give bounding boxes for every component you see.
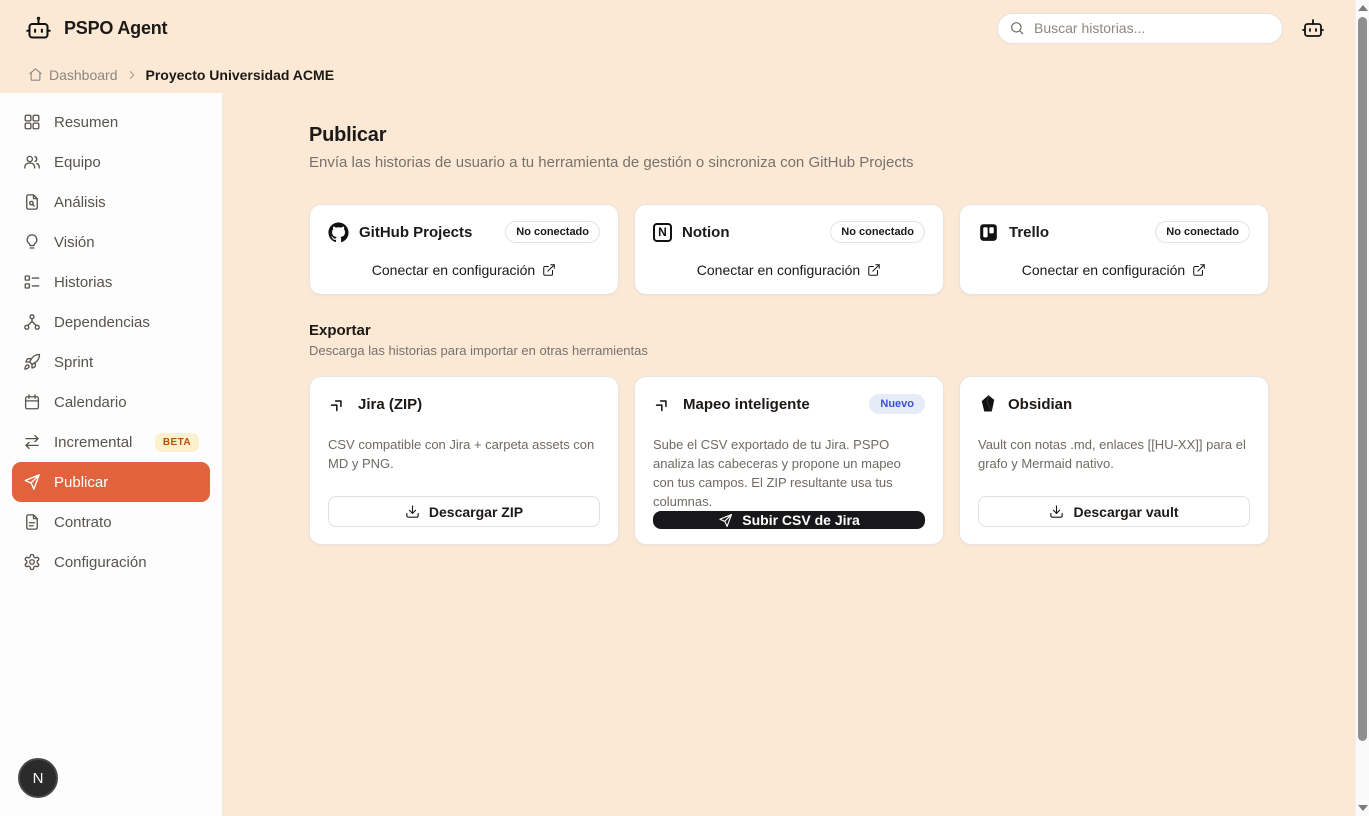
calendar-icon (23, 393, 41, 411)
integrations-row: GitHub Projects No conectado Conectar en… (309, 204, 1269, 295)
nuevo-badge: Nuevo (869, 394, 925, 414)
sidebar-item-contrato[interactable]: Contrato (12, 502, 210, 542)
github-icon (328, 222, 349, 243)
users-icon (23, 153, 41, 171)
send-icon (718, 513, 733, 528)
breadcrumb-current: Proyecto Universidad ACME (146, 67, 335, 83)
status-badge: No conectado (505, 221, 600, 243)
rocket-icon (23, 353, 41, 371)
export-card-description: Vault con notas .md, enlaces [[HU-XX]] p… (978, 436, 1250, 474)
jira-icon (328, 394, 348, 414)
app-title: PSPO Agent (64, 18, 167, 39)
external-link-icon (1192, 263, 1206, 277)
export-card-obsidian: Obsidian Vault con notas .md, enlaces [[… (959, 376, 1269, 545)
search-icon (1009, 20, 1025, 36)
sidebar-item-historias[interactable]: Historias (12, 262, 210, 302)
sidebar: Resumen Equipo Análisis Visión Historias… (0, 93, 223, 816)
sidebar-item-configuracion[interactable]: Configuración (12, 542, 210, 582)
sidebar-item-calendario[interactable]: Calendario (12, 382, 210, 422)
file-search-icon (23, 193, 41, 211)
page-title: Publicar (309, 124, 1269, 147)
sidebar-item-incremental[interactable]: Incremental BETA (12, 422, 210, 462)
scroll-up-arrow[interactable] (1358, 5, 1368, 11)
integration-card-trello: Trello No conectado Conectar en configur… (959, 204, 1269, 295)
file-text-icon (23, 513, 41, 531)
connect-settings-link[interactable]: Conectar en configuración (372, 262, 556, 278)
sidebar-item-sprint[interactable]: Sprint (12, 342, 210, 382)
hierarchy-icon (23, 313, 41, 331)
chevron-right-icon (125, 68, 139, 82)
export-card-jira-zip: Jira (ZIP) CSV compatible con Jira + car… (309, 376, 619, 545)
obsidian-icon (978, 394, 998, 414)
integration-card-github: GitHub Projects No conectado Conectar en… (309, 204, 619, 295)
export-section-title: Exportar (309, 322, 1269, 339)
connect-settings-link[interactable]: Conectar en configuración (1022, 262, 1206, 278)
main-content: Publicar Envía las historias de usuario … (223, 93, 1355, 816)
notion-icon: N (653, 223, 672, 242)
sidebar-item-vision[interactable]: Visión (12, 222, 210, 262)
download-zip-button[interactable]: Descargar ZIP (328, 496, 600, 527)
breadcrumb-dashboard-link[interactable]: Dashboard (28, 67, 118, 83)
scroll-down-arrow[interactable] (1358, 805, 1368, 811)
list-icon (23, 273, 41, 291)
robot-button-icon[interactable] (1301, 16, 1325, 40)
download-icon (405, 504, 420, 519)
integration-card-notion: N Notion No conectado Conectar en config… (634, 204, 944, 295)
status-badge: No conectado (1155, 221, 1250, 243)
sidebar-item-dependencias[interactable]: Dependencias (12, 302, 210, 342)
home-icon (28, 67, 43, 82)
sidebar-item-analisis[interactable]: Análisis (12, 182, 210, 222)
vertical-scrollbar (1355, 0, 1369, 816)
sidebar-item-resumen[interactable]: Resumen (12, 102, 210, 142)
breadcrumb: Dashboard Proyecto Universidad ACME (0, 56, 1355, 93)
robot-logo-icon (25, 15, 52, 42)
download-vault-button[interactable]: Descargar vault (978, 496, 1250, 527)
sidebar-item-equipo[interactable]: Equipo (12, 142, 210, 182)
scrollbar-thumb[interactable] (1358, 17, 1367, 741)
lightbulb-icon (23, 233, 41, 251)
beta-badge: BETA (155, 433, 199, 452)
avatar-initial: N (33, 770, 44, 787)
export-card-description: CSV compatible con Jira + carpeta assets… (328, 436, 600, 474)
export-section-subtitle: Descarga las historias para importar en … (309, 343, 1269, 358)
external-link-icon (542, 263, 556, 277)
export-card-description: Sube el CSV exportado de tu Jira. PSPO a… (653, 436, 925, 511)
jira-icon (653, 394, 673, 414)
external-link-icon (867, 263, 881, 277)
gear-icon (23, 553, 41, 571)
page-subtitle: Envía las historias de usuario a tu herr… (309, 154, 1269, 171)
sidebar-item-publicar[interactable]: Publicar (12, 462, 210, 502)
user-avatar[interactable]: N (18, 758, 58, 798)
app-window: PSPO Agent Dashboard Proyecto Universida… (0, 0, 1355, 816)
upload-csv-button[interactable]: Subir CSV de Jira (653, 511, 925, 529)
search-wrap (997, 13, 1283, 44)
breadcrumb-dashboard-label: Dashboard (49, 67, 118, 83)
send-icon (23, 473, 41, 491)
download-icon (1049, 504, 1064, 519)
export-row: Jira (ZIP) CSV compatible con Jira + car… (309, 376, 1269, 545)
trello-icon (978, 222, 999, 243)
top-header: PSPO Agent (0, 0, 1355, 56)
grid-icon (23, 113, 41, 131)
export-card-mapeo-inteligente: Mapeo inteligente Nuevo Sube el CSV expo… (634, 376, 944, 545)
status-badge: No conectado (830, 221, 925, 243)
swap-arrows-icon (23, 433, 41, 451)
connect-settings-link[interactable]: Conectar en configuración (697, 262, 881, 278)
search-input[interactable] (997, 13, 1283, 44)
